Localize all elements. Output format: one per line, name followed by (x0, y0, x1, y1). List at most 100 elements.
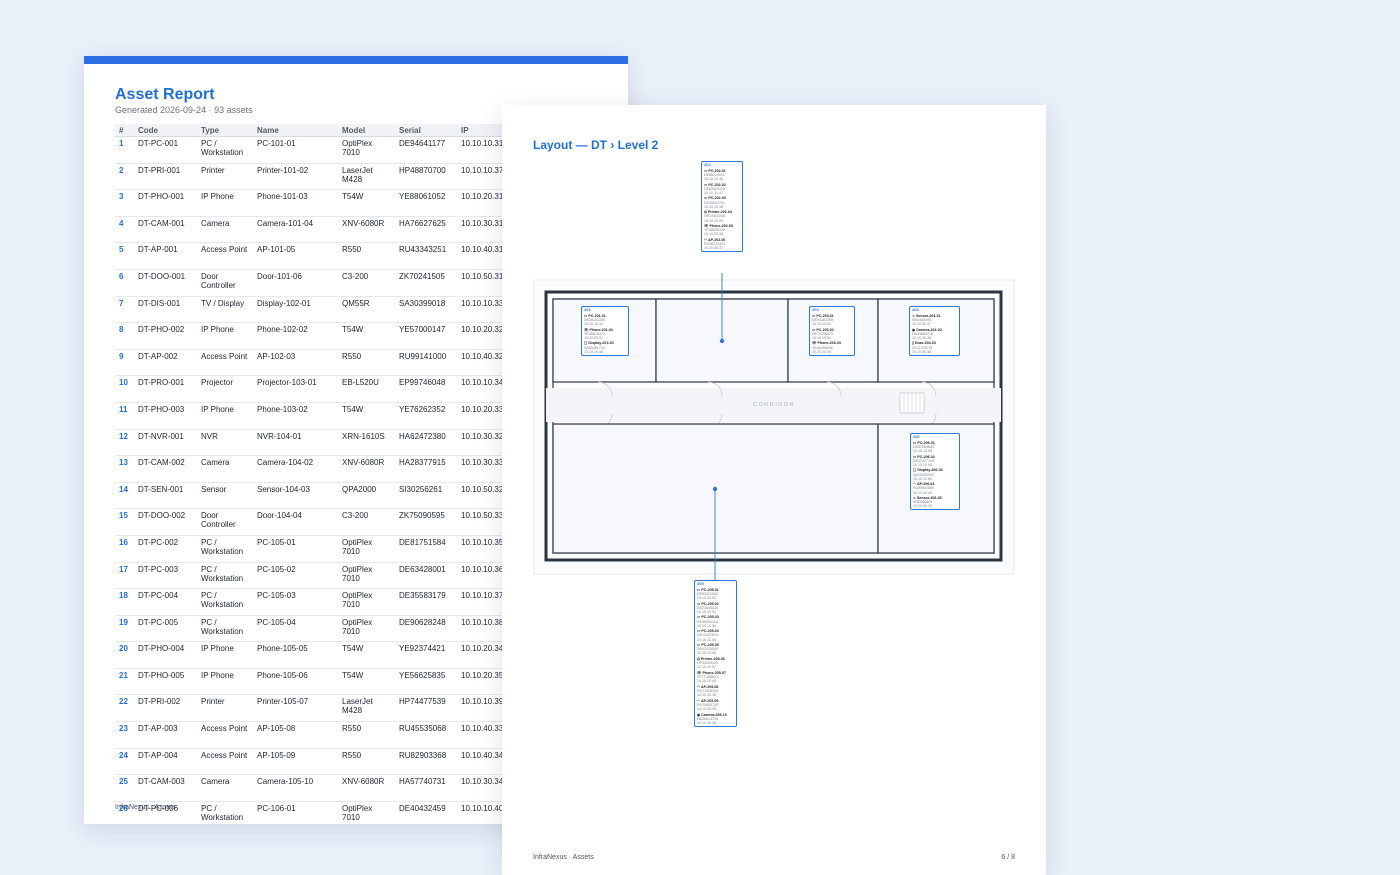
asset-entry[interactable]: ▭ PC-202-02 DE62623315 10.10.10.47 (704, 183, 740, 195)
room-card-204[interactable]: 204 ∿ Sensor-204-01 SI64465395 10.10.50.37 ◉… (909, 306, 960, 356)
room-number: 201 (584, 307, 591, 312)
table-cell: PC / Workstation (197, 588, 253, 616)
asset-entry[interactable]: ◉ Camera-204-02 HA34660018 10.10.30.35 (912, 328, 957, 340)
asset-ip: 10.10.20.39 (812, 349, 831, 354)
column-header[interactable]: # (115, 124, 134, 137)
column-header[interactable]: Code (134, 124, 197, 137)
asset-entry[interactable]: ▭ PC-205-05 DE42375945 10.10.10.56 (697, 643, 734, 655)
table-cell: OptiPlex 7010 (338, 535, 395, 563)
column-header[interactable]: Model (338, 124, 395, 137)
asset-entry[interactable]: ▢ Display-201-03 SA69491792 10.10.10.45 (584, 341, 626, 353)
table-cell: DT-PC-005 (134, 615, 197, 643)
table-cell: PC-106-01 (253, 801, 338, 824)
asset-ip: 10.10.10.53 (697, 609, 716, 614)
table-cell: DT-PRI-002 (134, 694, 197, 723)
table-cell: PC-101-01 (253, 136, 338, 164)
table-cell: T54W (338, 668, 395, 696)
table-cell: XRN-1610S (338, 429, 395, 457)
asset-entry[interactable]: ▭ PC-201-01 DE28151306 10.10.10.44 (584, 314, 626, 326)
asset-entry[interactable]: ▭ PC-206-02 DE47427199 10.10.10.59 (913, 455, 957, 467)
table-cell: Access Point (197, 721, 253, 749)
table-cell: DT-AP-001 (134, 242, 197, 270)
asset-entry[interactable]: ◉ Camera-205-10 HA56614734 10.10.30.36 (697, 713, 734, 725)
table-cell: 4 (115, 216, 134, 244)
asset-entry[interactable]: ▭ PC-205-02 DE21649330 10.10.10.53 (697, 602, 734, 614)
asset-entry[interactable]: ▢ Display-206-03 SA23009252 10.10.10.60 (913, 468, 957, 480)
room-card-206[interactable]: 206 ▭ PC-206-01 DE57659683 10.10.10.58 ▭ PC-… (910, 433, 960, 511)
room-card-205[interactable]: 205 ▭ PC-205-01 DE53522060 10.10.10.52 ▭ PC-… (694, 580, 737, 727)
asset-entry[interactable]: ▭ PC-203-02 DE75156679 10.10.10.51 (812, 328, 852, 340)
asset-entry[interactable]: ▭ PC-202-03 DE35544741 10.10.10.48 (704, 196, 740, 208)
asset-name-text: Door-204-03 (914, 341, 936, 346)
asset-entry[interactable]: ∿ Sensor-206-05 SI30066604 10.10.50.39 (913, 496, 957, 508)
asset-entry[interactable]: ⎙ Printer-202-04 HP23422040 10.10.10.49 (704, 210, 740, 222)
asset-ip: 10.10.10.51 (812, 335, 831, 340)
table-cell: IP Phone (197, 641, 253, 669)
table-cell: LaserJet M428 (338, 163, 395, 191)
table-cell: AP-105-09 (253, 748, 338, 776)
asset-entry[interactable]: ▭ PC-205-03 DE96260104 10.10.10.54 (697, 615, 734, 627)
asset-entry[interactable]: ▭ PC-202-01 DE66224011 10.10.10.46 (704, 169, 740, 181)
asset-entry[interactable]: ☏ Phone-203-03 YE46496546 10.10.20.39 (812, 341, 852, 353)
table-cell: OptiPlex 7010 (338, 136, 395, 164)
table-cell: 13 (115, 455, 134, 483)
asset-entry[interactable]: ▭ PC-203-01 DE94363365 10.10.10.50 (812, 314, 852, 326)
table-cell: YE88061052 (395, 189, 457, 217)
room-card-201[interactable]: 201 ▭ PC-201-01 DE28151306 10.10.10.44 ☏ Pho… (581, 306, 629, 356)
asset-name-text: Camera-204-02 (916, 327, 942, 332)
asset-name-text: Display-206-03 (917, 468, 943, 473)
table-cell: DT-AP-003 (134, 721, 197, 749)
table-cell: DT-AP-002 (134, 349, 197, 377)
asset-entry[interactable]: ▯ Door-204-03 ZK21239731 10.10.50.38 (912, 341, 957, 353)
report-title: Asset Report (115, 86, 215, 103)
table-cell: QPA2000 (338, 482, 395, 510)
asset-entry[interactable]: ▭ PC-205-01 DE53522060 10.10.10.52 (697, 588, 734, 600)
table-cell: 2 (115, 163, 134, 191)
column-header[interactable]: Serial (395, 124, 457, 137)
asset-name-text: Display-201-03 (588, 341, 614, 346)
table-cell: AP-102-03 (253, 349, 338, 377)
table-cell: PC / Workstation (197, 136, 253, 164)
table-cell: C3-200 (338, 269, 395, 297)
column-header[interactable]: Name (253, 124, 338, 137)
room-card-202[interactable]: 202 ▭ PC-202-01 DE66224011 10.10.10.46 ▭ PC-… (701, 161, 743, 253)
asset-ip: 10.10.10.54 (697, 623, 716, 628)
asset-entry[interactable]: ☏ Phone-202-05 YE98636429 10.10.20.38 (704, 224, 740, 236)
asset-name-text: PC-205-03 (701, 615, 719, 620)
asset-entry[interactable]: ◠ AP-205-08 RU71428309 10.10.40.38 (697, 685, 734, 697)
table-cell: HP48870700 (395, 163, 457, 191)
table-cell: DT-PC-001 (134, 136, 197, 164)
asset-entry[interactable]: ▭ PC-206-01 DE57659683 10.10.10.58 (913, 441, 957, 453)
table-cell: PC / Workstation (197, 562, 253, 590)
asset-ip: 10.10.40.37 (704, 246, 723, 251)
asset-entry[interactable]: ◠ AP-205-09 RU75604720 10.10.40.39 (697, 699, 734, 711)
asset-entry[interactable]: ◠ AP-202-06 RU26272404 10.10.40.37 (704, 238, 740, 250)
table-cell: PC / Workstation (197, 535, 253, 563)
report-footer: InfraNexus · Assets (115, 804, 176, 811)
asset-ip: 10.10.10.55 (697, 637, 716, 642)
asset-ip: 10.10.50.37 (912, 321, 931, 326)
table-cell: 20 (115, 641, 134, 669)
column-header[interactable]: Type (197, 124, 253, 137)
table-cell: 14 (115, 482, 134, 510)
asset-entry[interactable]: ◠ AP-206-04 RU94502860 10.10.40.40 (913, 482, 957, 494)
room-number: 203 (812, 307, 819, 312)
asset-entry[interactable]: ☏ Phone-205-07 YE77288623 10.10.20.40 (697, 671, 734, 683)
table-cell: Access Point (197, 242, 253, 270)
room-card-203[interactable]: 203 ▭ PC-203-01 DE94363365 10.10.10.50 ▭ PC-… (809, 306, 855, 356)
table-cell: DT-DOO-002 (134, 508, 197, 536)
table-cell: NVR (197, 429, 253, 457)
table-cell: 1 (115, 136, 134, 164)
asset-ip: 10.10.20.40 (697, 679, 716, 684)
table-cell: 25 (115, 774, 134, 802)
asset-entry[interactable]: ⎙ Printer-205-06 HP33099120 10.10.10.57 (697, 657, 734, 669)
table-cell: 3 (115, 189, 134, 217)
table-cell: TV / Display (197, 296, 253, 324)
asset-entry[interactable]: ∿ Sensor-204-01 SI64465395 10.10.50.37 (912, 314, 957, 326)
table-cell: R550 (338, 748, 395, 776)
asset-entry[interactable]: ☏ Phone-201-02 YE35676474 10.10.20.37 (584, 328, 626, 340)
asset-name-text: Phone-203-03 (817, 341, 841, 346)
report-accent-bar (84, 56, 628, 64)
asset-entry[interactable]: ▭ PC-205-04 DE12437810 10.10.10.55 (697, 629, 734, 641)
table-cell: EB-L520U (338, 375, 395, 403)
